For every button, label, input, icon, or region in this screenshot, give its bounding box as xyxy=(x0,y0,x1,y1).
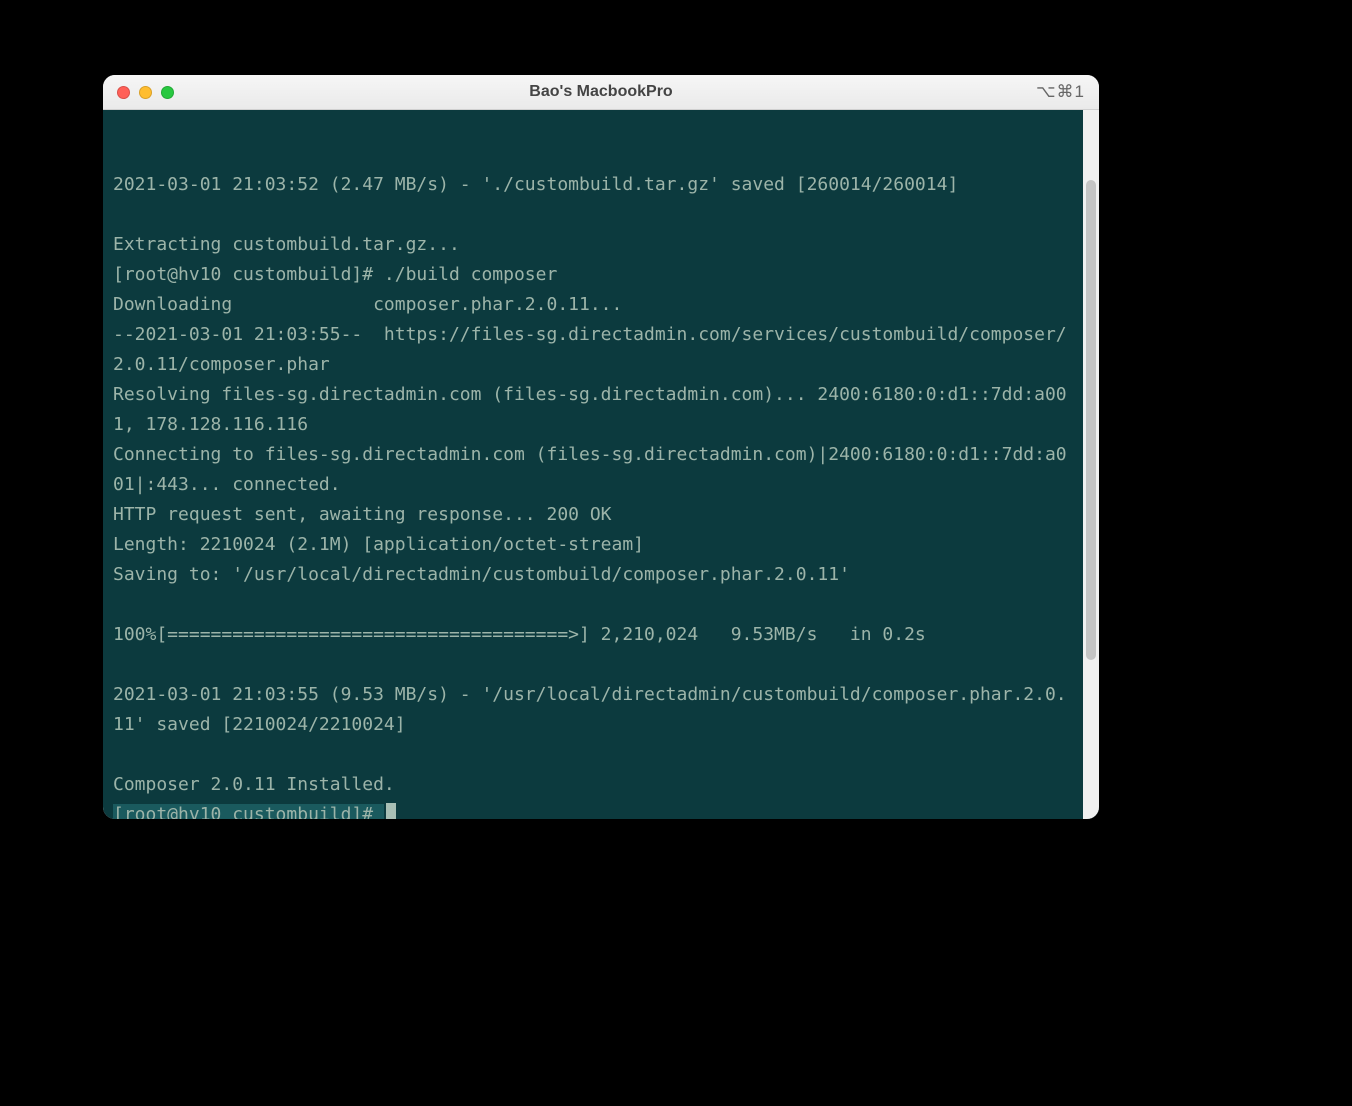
maximize-icon[interactable] xyxy=(161,86,174,99)
traffic-lights xyxy=(117,86,174,99)
scrollbar[interactable] xyxy=(1083,110,1099,819)
scrollbar-thumb[interactable] xyxy=(1086,180,1096,660)
window-title: Bao's MacbookPro xyxy=(103,83,1099,101)
terminal-window: Bao's MacbookPro ⌥⌘1 2021-03-01 21:03:52… xyxy=(103,75,1099,819)
tab-shortcut: ⌥⌘1 xyxy=(1036,82,1085,102)
close-icon[interactable] xyxy=(117,86,130,99)
terminal-output[interactable]: 2021-03-01 21:03:52 (2.47 MB/s) - './cus… xyxy=(103,110,1083,819)
terminal-lines: 2021-03-01 21:03:52 (2.47 MB/s) - './cus… xyxy=(113,174,1067,795)
cursor-icon xyxy=(386,803,396,819)
terminal-body: 2021-03-01 21:03:52 (2.47 MB/s) - './cus… xyxy=(103,110,1099,819)
titlebar[interactable]: Bao's MacbookPro ⌥⌘1 xyxy=(103,75,1099,110)
shell-prompt: [root@hv10 custombuild]# xyxy=(113,804,384,819)
minimize-icon[interactable] xyxy=(139,86,152,99)
